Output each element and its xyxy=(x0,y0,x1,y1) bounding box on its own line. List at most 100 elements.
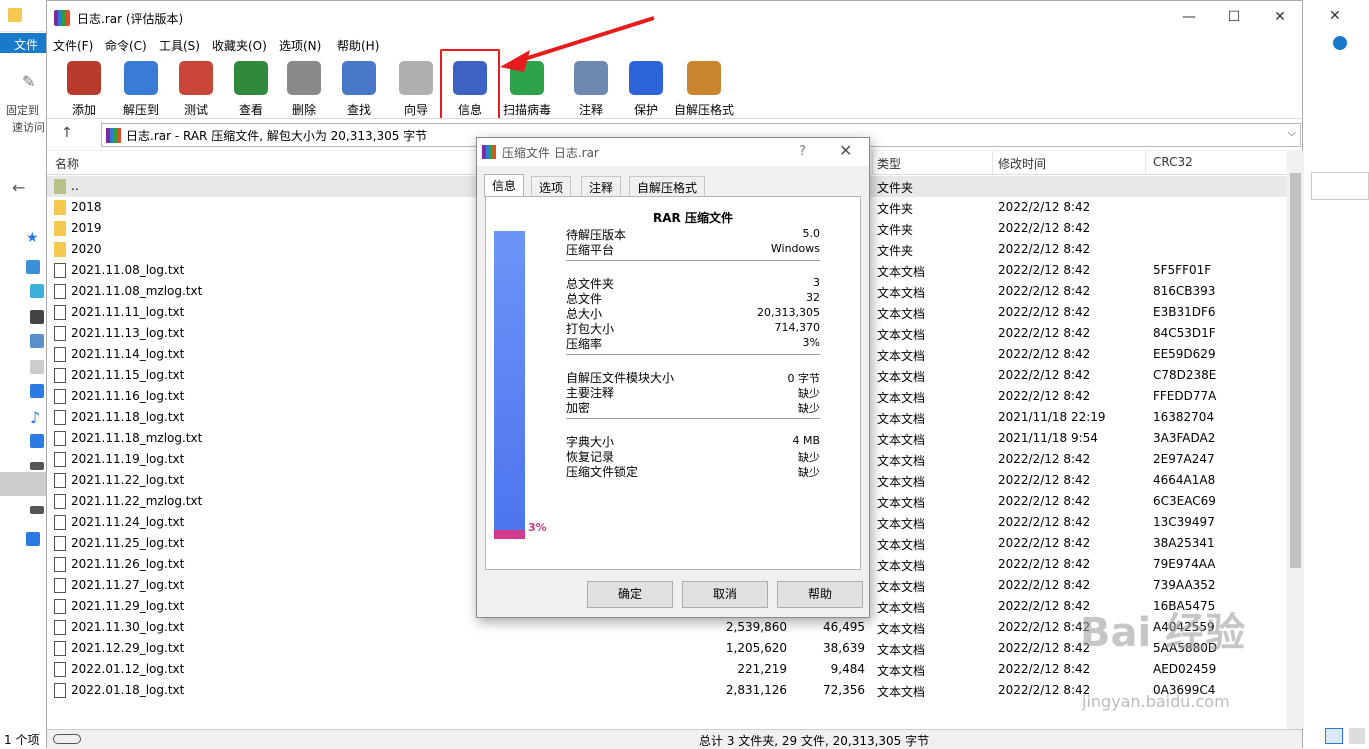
virus-scan-icon xyxy=(510,61,544,95)
file-crc32: 16382704 xyxy=(1153,410,1215,424)
file-crc32: 2E97A247 xyxy=(1153,452,1215,466)
menu-favorites[interactable]: 收藏夹(O) xyxy=(212,37,267,54)
tab-options[interactable]: 选项 xyxy=(531,176,572,196)
toolbar-button-virus-scan[interactable]: 扫描病毒 xyxy=(498,59,556,117)
book-view-icon xyxy=(234,61,268,95)
close-button[interactable]: ✕ xyxy=(1272,9,1288,25)
toolbar-button-sfx-box[interactable]: 自解压格式 xyxy=(667,59,741,117)
menu-options[interactable]: 选项(N) xyxy=(279,37,321,54)
cube-icon[interactable] xyxy=(30,284,44,298)
shield-icon xyxy=(629,61,663,95)
tiles-view-icon[interactable] xyxy=(1349,728,1365,744)
text-file-icon xyxy=(54,620,66,635)
info-key: 压缩平台 xyxy=(566,243,615,257)
up-arrow-icon[interactable]: ↑ xyxy=(61,125,73,141)
toolbar-button-add-books[interactable]: 添加 xyxy=(55,59,113,117)
picture-icon[interactable] xyxy=(30,334,44,348)
toolbar-button-book-view[interactable]: 查看 xyxy=(222,59,280,117)
file-modified: 2022/2/12 8:42 xyxy=(998,347,1091,361)
menu-commands[interactable]: 命令(C) xyxy=(105,37,147,54)
pin-icon[interactable]: ✎ xyxy=(22,72,35,91)
maximize-button[interactable]: ☐ xyxy=(1226,9,1242,25)
menu-help[interactable]: 帮助(H) xyxy=(337,37,379,54)
column-modified[interactable]: 修改时间 xyxy=(998,155,1046,172)
info-key: 加密 xyxy=(566,401,591,415)
close-icon[interactable]: ✕ xyxy=(839,141,852,160)
toolbar-button-magnifier[interactable]: 查找 xyxy=(330,59,388,117)
tab-sfx[interactable]: 自解压格式 xyxy=(629,176,706,196)
network-icon[interactable] xyxy=(26,532,40,546)
video-icon[interactable] xyxy=(30,310,44,324)
file-modified: 2022/2/12 8:42 xyxy=(998,494,1091,508)
chevron-up-icon[interactable] xyxy=(1333,36,1347,50)
file-modified: 2021/11/18 9:54 xyxy=(998,431,1098,445)
info-value: 缺少 xyxy=(798,466,820,479)
download-icon[interactable] xyxy=(30,384,44,398)
file-modified: 2022/2/12 8:42 xyxy=(998,578,1091,592)
file-name: 2021.11.24_log.txt xyxy=(71,515,185,529)
file-crc32: 84C53D1F xyxy=(1153,326,1216,340)
packed-size: 46,495 xyxy=(823,620,865,634)
compression-ratio-bar xyxy=(494,231,525,539)
text-file-icon xyxy=(54,641,66,656)
help-icon[interactable]: ? xyxy=(799,144,806,159)
desktop-icon[interactable] xyxy=(30,434,44,448)
comment-icon xyxy=(574,61,608,95)
music-icon[interactable]: ♪ xyxy=(30,408,44,427)
toolbar-button-wand[interactable]: 向导 xyxy=(387,59,445,117)
selected-drive[interactable] xyxy=(0,472,46,496)
toolbar-label: 自解压格式 xyxy=(673,103,734,117)
toolbar-button-folder-extract[interactable]: 解压到 xyxy=(112,59,170,117)
file-crc32: EE59D629 xyxy=(1153,347,1216,361)
explorer-file-tab[interactable]: 文件 xyxy=(0,33,46,53)
file-name: .. xyxy=(71,179,79,193)
column-type[interactable]: 类型 xyxy=(877,155,901,172)
chevron-down-icon[interactable]: ⌵ xyxy=(1288,126,1296,140)
drive-icon[interactable] xyxy=(30,462,44,470)
file-name: 2021.11.30_log.txt xyxy=(71,620,185,634)
tab-info[interactable]: 信息 xyxy=(484,174,525,197)
close-icon[interactable]: ✕ xyxy=(1329,8,1341,24)
drive-icon[interactable] xyxy=(30,506,44,514)
details-view-icon[interactable] xyxy=(1325,728,1343,744)
menu-tools[interactable]: 工具(S) xyxy=(159,37,200,54)
tab-comment[interactable]: 注释 xyxy=(581,176,622,196)
folder-icon xyxy=(54,221,66,236)
toolbar-button-comment[interactable]: 注释 xyxy=(562,59,620,117)
file-type: 文件夹 xyxy=(877,223,914,237)
file-type: 文件夹 xyxy=(877,244,914,258)
parent-folder-icon xyxy=(54,179,66,194)
back-icon[interactable]: ← xyxy=(12,178,25,197)
help-button[interactable]: 帮助 xyxy=(777,581,863,608)
info-row: 总大小 20,313,305 xyxy=(566,305,820,321)
explorer-right-edge: ✕ xyxy=(1303,0,1369,748)
scrollbar-thumb[interactable] xyxy=(1290,173,1301,568)
packed-size: 72,356 xyxy=(823,683,865,697)
file-crc32: FFEDD77A xyxy=(1153,389,1217,403)
toolbar: 添加 解压到 测试 查看 删除 查找 向导 信息 扫描病毒 注释 保护 自解压格式 xyxy=(47,54,1302,118)
toolbar-button-trash[interactable]: 删除 xyxy=(275,59,333,117)
document-icon[interactable] xyxy=(30,360,44,374)
star-icon[interactable]: ★ xyxy=(26,230,40,246)
ok-button[interactable]: 确定 xyxy=(587,581,673,608)
column-crc32[interactable]: CRC32 xyxy=(1153,155,1193,169)
cancel-button[interactable]: 取消 xyxy=(682,581,768,608)
file-type: 文本文档 xyxy=(877,559,926,573)
info-value: 714,370 xyxy=(774,321,821,334)
minimize-button[interactable]: — xyxy=(1181,9,1197,25)
file-type: 文件夹 xyxy=(877,202,914,216)
file-type: 文本文档 xyxy=(877,664,926,678)
menu-file[interactable]: 文件(F) xyxy=(53,37,93,54)
info-panel: 3% RAR 压缩文件 待解压版本 5.0 压缩平台 Windows 总文件夹 3 总文件 3… xyxy=(485,196,861,570)
file-modified: 2022/2/12 8:42 xyxy=(998,389,1091,403)
column-name[interactable]: 名称 xyxy=(55,155,79,172)
toolbar-label: 查找 xyxy=(346,103,371,117)
explorer-search-box[interactable] xyxy=(1311,172,1369,200)
file-modified: 2021/11/18 22:19 xyxy=(998,410,1106,424)
info-row: 恢复记录 缺少 xyxy=(566,448,820,464)
toolbar-button-clipboard-test[interactable]: 测试 xyxy=(167,59,225,117)
file-type: 文本文档 xyxy=(877,538,926,552)
text-file-icon xyxy=(54,683,66,698)
sfx-box-icon xyxy=(687,61,721,95)
computer-icon[interactable] xyxy=(26,260,40,274)
